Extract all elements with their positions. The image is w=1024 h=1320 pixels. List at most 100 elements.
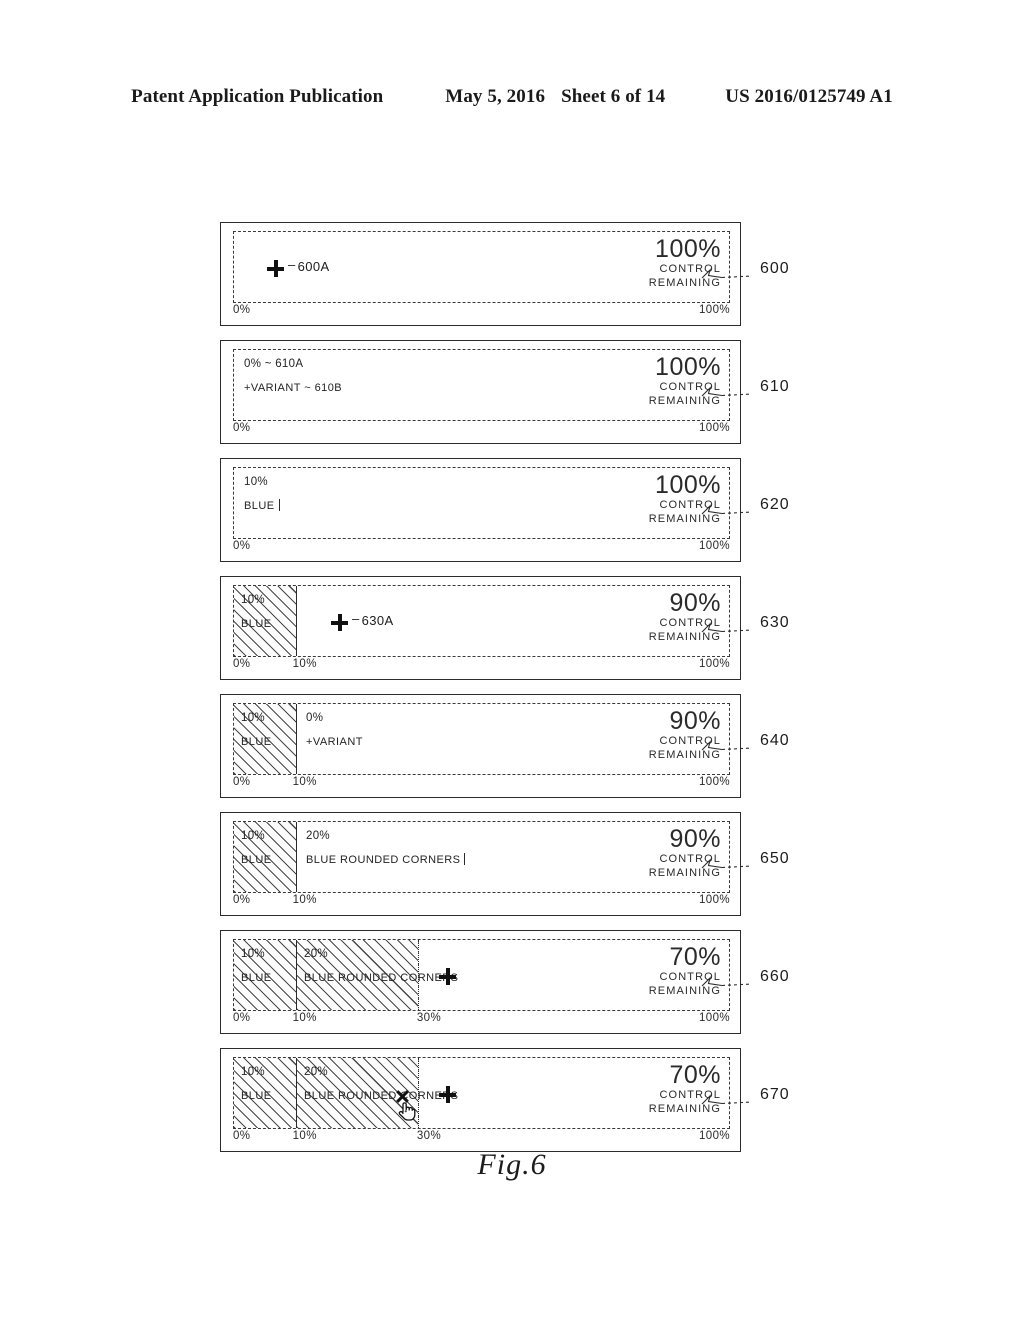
axis-tick-label: 30%: [416, 1130, 442, 1142]
reference-numeral-text: 670: [760, 1086, 790, 1103]
allocation-bar-630[interactable]: 10% BLUE –630A 90% CONTROL REMAINING: [233, 585, 730, 657]
free-region-editor[interactable]: 0% ~ 610A +VARIANT ~ 610B: [244, 350, 342, 420]
leader-line: –: [288, 257, 296, 272]
free-region-percentage: 10%: [244, 476, 268, 488]
allocation-bar-670[interactable]: 10% BLUE 20% BLUE ROUNDED CORNERS 70% CONTROL…: [233, 1057, 730, 1129]
free-region-label-text: BLUE: [244, 500, 275, 512]
block-label: BLUE: [241, 854, 272, 866]
allocation-block[interactable]: 20% BLUE ROUNDED CORNERS: [297, 1058, 458, 1128]
publication-date: May 5, 2016: [445, 86, 546, 107]
allocation-block[interactable]: 10% BLUE: [234, 822, 297, 892]
axis-tick-label: 0%: [233, 894, 251, 906]
control-allocation-panel-630: 10% BLUE –630A 90% CONTROL REMAINING 0% 10% 100%: [220, 576, 741, 680]
remaining-percentage: 100%: [655, 235, 721, 263]
block-percentage: 20%: [304, 948, 328, 960]
figure-6-diagram: –600A 100% CONTROL REMAINING 0% 100% 600 0% ~ 6…: [220, 222, 789, 1166]
control-allocation-panel-660: 10% BLUE 20% BLUE ROUNDED CORNERS 70% CONTROL…: [220, 930, 741, 1034]
sheet-number: Sheet 6 of 14: [561, 86, 666, 107]
free-region-percentage: 0%: [306, 712, 324, 724]
reference-numeral-text: 620: [760, 496, 790, 513]
free-region-editor[interactable]: 0% +VARIANT: [306, 704, 363, 774]
control-allocation-panel-600: –600A 100% CONTROL REMAINING 0% 100%: [220, 222, 741, 326]
remaining-percentage: 70%: [669, 943, 721, 971]
block-label: BLUE: [241, 1090, 272, 1102]
allocation-bar-600[interactable]: –600A 100% CONTROL REMAINING: [233, 231, 730, 303]
allocation-block[interactable]: 10% BLUE: [234, 1058, 297, 1128]
reference-numeral-620: 620: [701, 496, 790, 515]
text-caret: [278, 499, 280, 511]
allocation-blocks: 10% BLUE 20% BLUE ROUNDED CORNERS: [234, 940, 458, 1010]
allocation-block[interactable]: 10% BLUE: [234, 586, 297, 656]
reference-numeral-610: 610: [701, 378, 790, 397]
axis-tick-label: 10%: [292, 1130, 317, 1142]
leader-line-icon: [701, 622, 753, 633]
leader-line-icon: [701, 976, 753, 987]
reference-numeral-text: 640: [760, 732, 790, 749]
add-variant-plus-icon[interactable]: [331, 614, 348, 631]
remaining-percentage: 100%: [655, 471, 721, 499]
add-variant-plus-icon[interactable]: [439, 968, 456, 985]
axis-tick-label: 10%: [292, 1012, 317, 1024]
page-header: Patent Application Publication May 5, 20…: [0, 86, 1024, 108]
axis-tick-label: 100%: [698, 658, 730, 670]
leader-line-icon: [701, 740, 753, 751]
percentage-axis: 0% 10% 30% 100%: [233, 1129, 730, 1149]
axis-tick-label: 0%: [233, 1012, 251, 1024]
add-variant-plus-icon[interactable]: [439, 1086, 456, 1103]
add-variant-plus-icon[interactable]: [267, 260, 284, 277]
free-region-label-text: BLUE ROUNDED CORNERS: [306, 854, 461, 866]
axis-tick-label: 100%: [698, 422, 730, 434]
reference-numeral-630: 630: [701, 614, 790, 633]
remaining-percentage: 100%: [655, 353, 721, 381]
allocation-block[interactable]: 10% BLUE: [234, 704, 297, 774]
block-label: BLUE: [241, 736, 272, 748]
axis-tick-label: 0%: [233, 658, 251, 670]
allocation-bar-620[interactable]: 10% BLUE 100% CONTROL REMAINING: [233, 467, 730, 539]
figure-caption: Fig.6: [477, 1148, 547, 1181]
axis-tick-label: 100%: [698, 776, 730, 788]
allocation-block[interactable]: 10% BLUE: [234, 940, 297, 1010]
remaining-percentage: 90%: [669, 825, 721, 853]
leader-line: –: [352, 611, 360, 626]
control-allocation-panel-670: 10% BLUE 20% BLUE ROUNDED CORNERS 70% CONTROL…: [220, 1048, 741, 1152]
block-percentage: 10%: [241, 594, 265, 606]
free-region-label: +VARIANT: [306, 735, 363, 750]
block-percentage: 10%: [241, 712, 265, 724]
allocation-bar-650[interactable]: 10% BLUE 20% BLUE ROUNDED CORNERS 90% CONTROL…: [233, 821, 730, 893]
leader-line-icon: [701, 858, 753, 869]
axis-tick-label: 0%: [233, 1130, 251, 1142]
allocation-block[interactable]: 20% BLUE ROUNDED CORNERS: [297, 940, 458, 1010]
free-region-editor[interactable]: 20% BLUE ROUNDED CORNERS: [306, 822, 466, 892]
control-allocation-panel-620: 10% BLUE 100% CONTROL REMAINING 0% 100%: [220, 458, 741, 562]
remaining-percentage: 90%: [669, 589, 721, 617]
axis-tick-label: 100%: [698, 1012, 730, 1024]
percentage-axis: 0% 10% 100%: [233, 775, 730, 795]
allocation-blocks: 10% BLUE: [234, 704, 297, 774]
axis-tick-label: 0%: [233, 304, 251, 316]
reference-numeral-640: 640: [701, 732, 790, 751]
allocation-bar-640[interactable]: 10% BLUE 0% +VARIANT 90% CONTROL REMAINING: [233, 703, 730, 775]
block-label: BLUE: [241, 618, 272, 630]
allocation-bar-660[interactable]: 10% BLUE 20% BLUE ROUNDED CORNERS 70% CONTROL…: [233, 939, 730, 1011]
control-allocation-panel-650: 10% BLUE 20% BLUE ROUNDED CORNERS 90% CONTROL…: [220, 812, 741, 916]
callout-text: 630A: [361, 613, 394, 628]
allocation-blocks: 10% BLUE 20% BLUE ROUNDED CORNERS: [234, 1058, 458, 1128]
axis-tick-label: 100%: [698, 894, 730, 906]
free-region-percentage: 20%: [306, 830, 330, 842]
axis-tick-label: 10%: [292, 658, 317, 670]
axis-tick-label: 100%: [698, 1130, 730, 1142]
allocation-bar-610[interactable]: 0% ~ 610A +VARIANT ~ 610B 100% CONTROL REMAI…: [233, 349, 730, 421]
allocation-blocks: 10% BLUE: [234, 586, 297, 656]
axis-tick-label: 100%: [698, 540, 730, 552]
control-allocation-panel-640: 10% BLUE 0% +VARIANT 90% CONTROL REMAINING 0% 10…: [220, 694, 741, 798]
leader-line-icon: [701, 504, 753, 515]
reference-numeral-text: 600: [760, 260, 790, 277]
axis-tick-label: 30%: [416, 1012, 442, 1024]
reference-numeral-670: 670: [701, 1086, 790, 1105]
axis-tick-label: 100%: [698, 304, 730, 316]
free-region-editor[interactable]: 10% BLUE: [244, 468, 280, 538]
axis-tick-label: 0%: [233, 776, 251, 788]
percentage-axis: 0% 10% 30% 100%: [233, 1011, 730, 1031]
block-percentage: 20%: [304, 1066, 328, 1078]
free-region-label: BLUE ROUNDED CORNERS: [306, 853, 466, 868]
